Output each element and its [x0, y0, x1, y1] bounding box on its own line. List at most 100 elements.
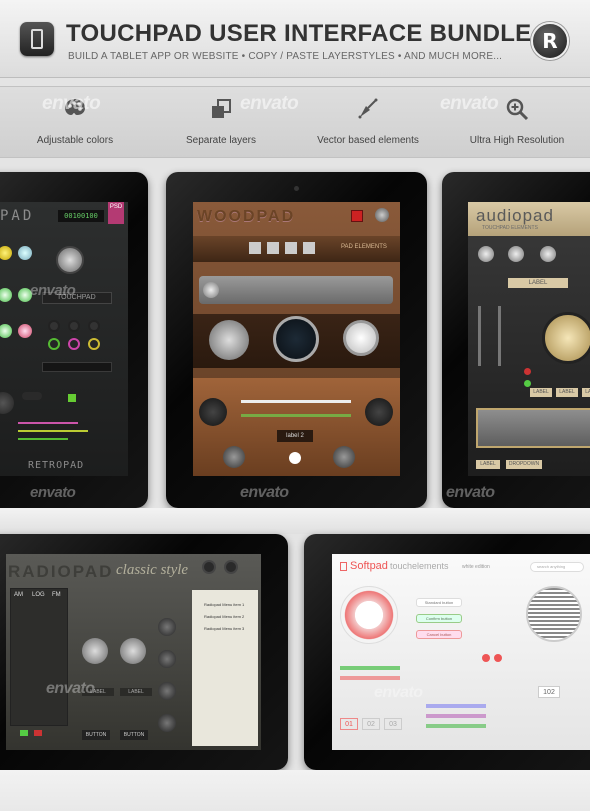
reflection-shelf: [0, 508, 590, 534]
toolbar-icon-button[interactable]: [285, 242, 297, 254]
small-knob[interactable]: [88, 320, 100, 332]
counter-display[interactable]: 102: [538, 686, 560, 698]
audiopad-subtitle: TOUCHPAD ELEMENTS: [482, 225, 538, 231]
standard-button[interactable]: Standard button: [416, 598, 462, 607]
radio-button[interactable]: BUTTON: [120, 730, 148, 740]
brand-logo: R: [531, 22, 569, 60]
header-banner: TOUCHPAD USER INTERFACE BUNDLE BUILD A T…: [0, 0, 590, 78]
slider-blue[interactable]: [426, 704, 486, 708]
gold-dial[interactable]: [542, 312, 590, 364]
scale-label: FM: [52, 592, 61, 598]
power-button[interactable]: [351, 210, 363, 222]
pad-elements-label: PAD ELEMENTS: [341, 244, 387, 250]
menu-item[interactable]: Radiopad Menu item 1: [204, 602, 244, 607]
metal-knob[interactable]: [508, 246, 524, 262]
indicator-yellow[interactable]: [0, 246, 12, 260]
small-dial[interactable]: [158, 650, 176, 668]
feature-label: Adjustable colors: [36, 135, 114, 146]
small-knob[interactable]: [48, 320, 60, 332]
dial-control[interactable]: [340, 586, 398, 644]
tuning-knob[interactable]: [82, 638, 108, 664]
indicator-pink[interactable]: [18, 324, 32, 338]
audio-label-pill[interactable]: LABEL: [530, 388, 552, 397]
confirm-button[interactable]: Confirm button: [416, 614, 462, 623]
ring-green[interactable]: [48, 338, 60, 350]
key-lock-knob[interactable]: [56, 246, 84, 274]
watermark: envato: [42, 93, 101, 114]
fader[interactable]: [478, 306, 481, 366]
metal-knob[interactable]: [203, 282, 219, 298]
retropad-screen: PAD 00100100 PSD TOUCHPAD RETROPAD: [0, 202, 128, 476]
audio-label-pill[interactable]: LABEL: [582, 388, 590, 397]
metal-panel: [199, 276, 393, 304]
vu-meter: [343, 320, 379, 356]
led-red: [482, 654, 490, 662]
feature-label: Vector based elements: [317, 135, 419, 146]
toggle-switch[interactable]: [22, 392, 42, 400]
led-green: [524, 380, 531, 387]
page-title: TOUCHPAD USER INTERFACE BUNDLE: [66, 20, 532, 47]
chrome-knob[interactable]: [209, 320, 249, 360]
camera: [294, 186, 299, 191]
audio-label-pill[interactable]: LABEL: [556, 388, 578, 397]
toolbar-icon-button[interactable]: [249, 242, 261, 254]
tablet-woodpad: WOODPAD PAD ELEMENTS label 2 envato: [166, 172, 427, 508]
tablet-icon: [340, 562, 347, 571]
metal-knob[interactable]: [478, 246, 494, 262]
bottom-knob[interactable]: [333, 446, 355, 468]
ring-yellow[interactable]: [88, 338, 100, 350]
toggle-knob[interactable]: [202, 560, 216, 574]
ring-pink[interactable]: [68, 338, 80, 350]
slider-green[interactable]: [426, 724, 486, 728]
magnifier-icon: [506, 98, 529, 121]
tablet-icon: [20, 22, 54, 56]
audio-label: LABEL: [508, 278, 568, 288]
retro-input[interactable]: [42, 362, 112, 372]
menu-item[interactable]: Radiopad Menu item 3: [204, 626, 244, 631]
progress-red: [340, 676, 400, 680]
softpad-subtitle: touchelements: [390, 561, 449, 571]
small-knob[interactable]: [68, 320, 80, 332]
metal-knob[interactable]: [540, 246, 556, 262]
radio-pill[interactable]: LABEL: [120, 688, 152, 696]
slider-purple[interactable]: [426, 714, 486, 718]
bottom-knob[interactable]: [223, 446, 245, 468]
speaker-left: [199, 398, 227, 426]
slider-pink[interactable]: [18, 422, 78, 424]
fader[interactable]: [498, 306, 501, 366]
small-dial[interactable]: [158, 682, 176, 700]
slider-green[interactable]: [18, 438, 68, 440]
watermark: envato: [446, 484, 495, 501]
toolbar-icon-button[interactable]: [303, 242, 315, 254]
watermark: envato: [440, 93, 499, 114]
indicator-blue[interactable]: [18, 246, 32, 260]
page-number[interactable]: 02: [362, 718, 380, 730]
dial-knob[interactable]: [0, 392, 14, 414]
scale-label: AM: [14, 592, 23, 598]
indicator-green[interactable]: [0, 324, 12, 338]
led-red: [34, 730, 42, 736]
audiopad-title: audiopad: [476, 206, 554, 225]
toolbar-icon-button[interactable]: [267, 242, 279, 254]
slider-yellow[interactable]: [18, 430, 88, 432]
small-dial[interactable]: [158, 618, 176, 636]
volume-knob[interactable]: [375, 208, 389, 222]
tuner-scale: [10, 588, 68, 726]
toggle-knob[interactable]: [224, 560, 238, 574]
small-dial[interactable]: [158, 714, 176, 732]
search-input[interactable]: search anything: [530, 562, 584, 572]
volume-knob[interactable]: [120, 638, 146, 664]
page-number[interactable]: 03: [384, 718, 402, 730]
tablet-softpad: Softpad touchelements white edition sear…: [304, 534, 590, 770]
page-number[interactable]: 01: [340, 718, 358, 730]
balance-slider[interactable]: [241, 414, 351, 417]
speed-gauge: [273, 316, 319, 362]
dropdown[interactable]: DROPDOWN: [506, 460, 542, 469]
feature-label: Separate layers: [185, 135, 257, 146]
indicator-green[interactable]: [0, 288, 12, 302]
play-button[interactable]: [289, 452, 301, 464]
volume-slider[interactable]: [241, 400, 351, 403]
radio-button[interactable]: BUTTON: [82, 730, 110, 740]
cancel-button[interactable]: Cancel button: [416, 630, 462, 639]
menu-item[interactable]: Radiopad Menu item 2: [204, 614, 244, 619]
